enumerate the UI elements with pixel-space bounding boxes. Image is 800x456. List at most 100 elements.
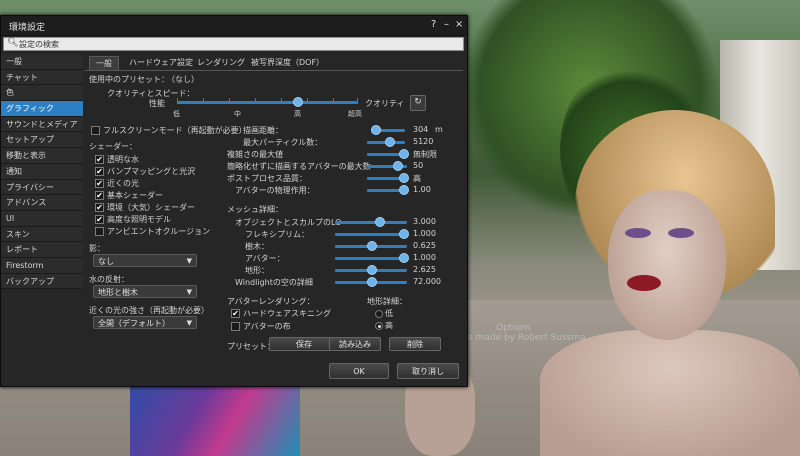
avatar-physics-label: アバターの物理作用： <box>235 186 315 195</box>
max-avatars-knob[interactable] <box>393 161 403 171</box>
scene-nametag-line-1: Options <box>496 323 531 333</box>
draw-distance-knob[interactable] <box>371 125 381 135</box>
chevron-down-icon: ▼ <box>186 319 192 327</box>
shader-checkbox[interactable]: ✔ <box>95 179 104 188</box>
refresh-icon[interactable]: ↻ <box>410 95 426 111</box>
preset-label: 使用中のプリセット： <box>89 75 169 84</box>
mesh-terrain-knob[interactable] <box>367 265 377 275</box>
avatar-lips <box>627 275 661 291</box>
sidebar-item-setup[interactable]: セットアップ <box>1 132 83 149</box>
mesh-trees-knob[interactable] <box>367 241 377 251</box>
avatar-cloth-checkbox[interactable] <box>231 322 240 331</box>
title-bar[interactable]: 環境設定 ? – × <box>1 16 467 36</box>
sidebar-item-colors[interactable]: 色 <box>1 85 83 102</box>
delete-preset-button[interactable]: 削除 <box>389 337 441 351</box>
sidebar-item-reporting[interactable]: レポート <box>1 242 83 258</box>
load-preset-button[interactable]: 読み込み <box>329 337 381 351</box>
shader-label: アンビエントオクルージョン <box>107 227 211 236</box>
mesh-flexi-knob[interactable] <box>399 229 409 239</box>
hardware-skinning-checkbox[interactable]: ✔ <box>231 309 240 318</box>
close-icon[interactable]: × <box>455 19 463 30</box>
sidebar-item-notifications[interactable]: 通知 <box>1 163 83 180</box>
mesh-objects-value: 3.000 <box>413 217 436 226</box>
max-complexity-label: 複雑さの最大値 <box>227 150 283 159</box>
quality-tick <box>281 98 282 104</box>
sidebar-item-ui[interactable]: UI <box>1 210 83 227</box>
terrain-low-radio[interactable] <box>375 310 383 318</box>
mesh-sky-label: Windlightの空の詳細 <box>235 278 313 287</box>
sidebar-item-advanced[interactable]: アドバンス <box>1 195 83 211</box>
sidebar-item-skins[interactable]: スキン <box>1 226 83 243</box>
shader-label: 高度な照明モデル <box>107 215 171 224</box>
max-avatars-value: 50 <box>413 161 424 170</box>
mesh-sky-value: 72.000 <box>413 277 441 286</box>
tab-general[interactable]: 一般 <box>89 56 119 71</box>
mesh-trees-value: 0.625 <box>413 241 436 250</box>
water-dropdown[interactable]: 地形と樹木 ▼ <box>93 285 197 298</box>
minimize-icon[interactable]: – <box>444 19 449 30</box>
sidebar-item-graphics[interactable]: グラフィック <box>1 101 83 117</box>
sidebar-item-move-view[interactable]: 移動と表示 <box>1 148 83 164</box>
shader-label: 環境（大気）シェーダー <box>107 203 195 212</box>
avatar-eye <box>668 228 694 238</box>
avatar-physics-value: 1.00 <box>413 185 431 194</box>
max-particles-label: 最大パーティクル数： <box>243 138 323 147</box>
quality-tick <box>357 98 358 104</box>
sidebar-item-backup[interactable]: バックアップ <box>1 273 83 290</box>
mesh-objects-slider[interactable] <box>335 221 407 224</box>
shader-checkbox[interactable]: ✔ <box>95 203 104 212</box>
terrain-detail-label: 地形詳細： <box>367 297 407 306</box>
shader-checkbox[interactable]: ✔ <box>95 155 104 164</box>
tab-hardware[interactable]: ハードウェア設定 <box>129 56 193 70</box>
mesh-terrain-value: 2.625 <box>413 265 436 274</box>
mesh-sky-knob[interactable] <box>367 277 377 287</box>
presets-label: プリセット： <box>227 342 275 351</box>
quality-tick <box>333 98 334 104</box>
tab-rendering[interactable]: レンダリング <box>197 56 245 70</box>
search-placeholder: 設定の検索 <box>19 40 59 49</box>
help-icon[interactable]: ? <box>431 19 436 30</box>
avatar-face[interactable] <box>608 190 726 340</box>
post-process-label: ポストプロセス品質： <box>227 174 307 183</box>
terrain-high-label: 高 <box>385 321 393 330</box>
fullscreen-checkbox[interactable] <box>91 126 100 135</box>
sidebar-item-sound-media[interactable]: サウンドとメディア <box>1 116 83 133</box>
ok-button[interactable]: OK <box>329 363 389 379</box>
preferences-dialog: 環境設定 ? – × 🔍︎ 設定の検索 一般 チャット 色 グラフィック サウン… <box>0 15 468 387</box>
tab-content: 使用中のプリセット： （なし） クオリティとスピード： 性能 クオリティ 低 中… <box>85 70 463 385</box>
quality-tick <box>229 98 230 104</box>
sidebar-item-privacy[interactable]: プライバシー <box>1 179 83 196</box>
mesh-objects-knob[interactable] <box>375 217 385 227</box>
lights-dropdown[interactable]: 全開（デフォルト） ▼ <box>93 316 197 329</box>
max-complexity-value: 無制限 <box>413 150 437 159</box>
terrain-high-radio[interactable] <box>375 322 383 330</box>
draw-distance-unit: m <box>435 125 443 134</box>
hardware-skinning-label: ハードウェアスキニング <box>243 309 331 318</box>
quality-slider-track[interactable] <box>177 101 357 104</box>
mesh-flexi-slider[interactable] <box>335 233 407 236</box>
shadows-label: 影： <box>89 244 105 253</box>
shader-checkbox[interactable]: ✔ <box>95 215 104 224</box>
shader-checkbox[interactable]: ✔ <box>95 167 104 176</box>
quality-tick-ultra: 超高 <box>348 110 362 118</box>
mesh-avatar-knob[interactable] <box>399 253 409 263</box>
mesh-terrain-label: 地形： <box>245 266 269 275</box>
shader-checkbox[interactable]: ✔ <box>95 191 104 200</box>
sidebar-item-chat[interactable]: チャット <box>1 69 83 86</box>
tab-dof[interactable]: 被写界深度（DOF） <box>251 56 324 70</box>
avatar-physics-knob[interactable] <box>399 185 409 195</box>
max-complexity-knob[interactable] <box>399 149 409 159</box>
cancel-button[interactable]: 取り消し <box>397 363 459 379</box>
quality-tick-mid: 中 <box>234 110 241 118</box>
shadows-dropdown[interactable]: なし ▼ <box>93 254 197 267</box>
mesh-avatar-slider[interactable] <box>335 257 407 260</box>
sidebar-item-general[interactable]: 一般 <box>1 54 83 70</box>
search-input[interactable]: 🔍︎ 設定の検索 <box>3 37 464 51</box>
window-title: 環境設定 <box>9 23 46 33</box>
shader-checkbox[interactable] <box>95 227 104 236</box>
draw-distance-label: 描画距離： <box>243 126 283 135</box>
post-process-knob[interactable] <box>399 173 409 183</box>
max-particles-knob[interactable] <box>385 137 395 147</box>
sidebar-item-firestorm[interactable]: Firestorm <box>1 257 83 274</box>
quality-slider-knob[interactable] <box>293 97 303 107</box>
